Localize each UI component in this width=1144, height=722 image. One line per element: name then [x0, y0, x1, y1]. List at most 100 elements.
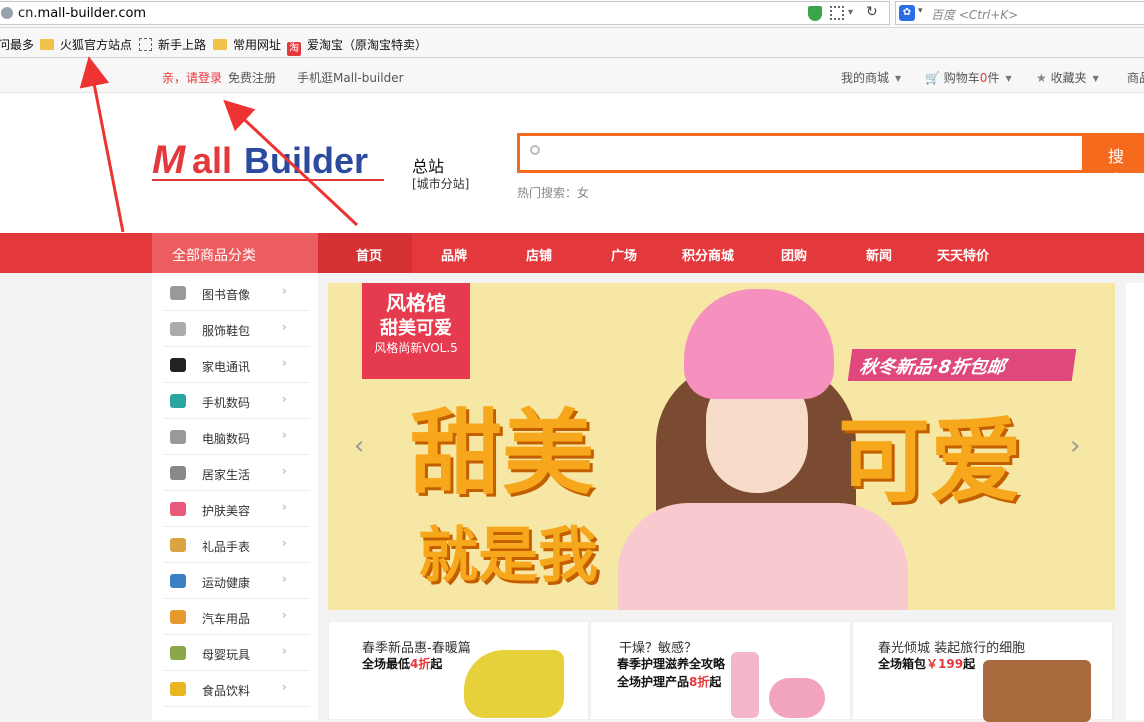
category-item[interactable]: 手机数码 › — [164, 383, 310, 419]
login-link[interactable]: 亲，请登录 — [162, 69, 222, 86]
favorites-menu[interactable]: ★ 收藏夹 ▼ — [1036, 69, 1099, 86]
banner-headline-right: 可爱 — [838, 407, 1023, 515]
url-text[interactable]: cn.mall-builder.com — [18, 6, 146, 21]
promo-card-spring[interactable]: 春季新品惠-春暖篇 全场最低4折起 — [328, 621, 589, 720]
bookmark-aitaobao[interactable]: 淘爱淘宝（原淘宝特卖） — [287, 36, 427, 56]
my-mall-menu[interactable]: 我的商城 ▼ — [841, 69, 901, 86]
nav-group-buy[interactable]: 团购 — [781, 245, 807, 264]
site-title: 总站 — [412, 157, 445, 176]
globe-icon — [1, 7, 13, 19]
site-search-input[interactable] — [517, 133, 1085, 173]
cart-icon: 🛒 — [925, 71, 940, 85]
page-icon — [139, 38, 152, 51]
hot-search-term[interactable]: 女 — [577, 186, 589, 200]
promo-ribbon: 秋冬新品·8折包邮 — [847, 349, 1077, 381]
baidu-icon[interactable]: ✿ — [899, 5, 915, 21]
products-menu[interactable]: 商品 — [1127, 69, 1144, 86]
book-icon — [170, 286, 186, 300]
model-hat — [684, 289, 834, 399]
hero-banner[interactable]: 风格馆 甜美可爱 风格尚新VOL.5 秋冬新品·8折包邮 甜美 可爱 就是我 ‹… — [328, 283, 1115, 610]
dropdown-icon[interactable]: ▾ — [848, 7, 853, 18]
address-bar[interactable]: cn.mall-builder.com ▾ ↻ — [0, 1, 890, 25]
category-item[interactable]: 图书音像 › — [164, 275, 310, 311]
category-item[interactable]: 电脑数码 › — [164, 419, 310, 455]
computer-icon — [170, 430, 186, 444]
promo-card-luggage[interactable]: 春光倾城 装起旅行的细胞 全场箱包￥199起 — [852, 621, 1113, 722]
handbag-image — [983, 660, 1091, 722]
cart-menu[interactable]: 🛒 购物车0件 ▼ — [925, 69, 1012, 86]
chevron-right-icon[interactable]: › — [1070, 431, 1080, 461]
category-item[interactable]: 护肤美容 › — [164, 491, 310, 527]
category-item[interactable]: 家电通讯 › — [164, 347, 310, 383]
bookmark-common-sites[interactable]: 常用网址 — [213, 36, 281, 53]
category-label: 居家生活 — [202, 468, 251, 482]
sofa-icon — [170, 610, 186, 624]
ring-icon — [170, 322, 186, 336]
bookmark-firefox[interactable]: 火狐官方站点 — [40, 36, 132, 53]
bookmark-most-visited[interactable]: 问最多 — [0, 36, 34, 53]
bookmarks-bar: 问最多 火狐官方站点 新手上路 常用网址 淘爱淘宝（原淘宝特卖） — [0, 28, 1144, 58]
category-label: 护肤美容 — [202, 504, 251, 518]
category-sidebar: 图书音像 › 服饰鞋包 › 家电通讯 › 手机数码 › 电脑数码 › 居家生活 › 护肤美容 › 礼品手表 ›… — [152, 273, 318, 720]
shield-icon[interactable] — [808, 6, 822, 21]
category-label: 电脑数码 — [202, 432, 251, 446]
all-categories-button[interactable]: 全部商品分类 — [152, 233, 318, 273]
category-item[interactable]: 汽车用品 › — [164, 599, 310, 635]
chevron-left-icon[interactable]: ‹ — [354, 431, 364, 461]
nav-daily-deals[interactable]: 天天特价 — [937, 245, 989, 264]
nav-square[interactable]: 广场 — [611, 245, 637, 264]
svg-text:Builder: Builder — [244, 140, 368, 181]
nav-divider — [318, 233, 328, 273]
browser-search-box[interactable]: ✿ ▾ 百度 <Ctrl+K> — [895, 1, 1144, 25]
register-link[interactable]: 免费注册 — [228, 69, 276, 86]
nav-home[interactable]: 首页 — [356, 245, 382, 264]
category-item[interactable]: 母婴玩具 › — [164, 635, 310, 671]
reload-icon[interactable]: ↻ — [866, 4, 878, 20]
search-button[interactable]: 搜 索 — [1084, 133, 1144, 190]
site-topbar: 亲，请登录 免费注册 手机逛Mall-builder 我的商城 ▼ 🛒 购物车0件… — [0, 58, 1144, 93]
category-item[interactable]: 服饰鞋包 › — [164, 311, 310, 347]
banner-headline-bottom: 就是我 — [418, 521, 598, 591]
nav-shops[interactable]: 店铺 — [526, 245, 552, 264]
promo-card-skincare[interactable]: 干燥？敏感？ 春季护理滋养全攻略 全场护理产品8折起 — [590, 621, 851, 720]
city-switch-link[interactable]: [城市分站] — [412, 175, 469, 192]
hot-searches: 热门搜索：女 — [517, 186, 590, 200]
search-engine-dropdown-icon[interactable]: ▾ — [918, 6, 923, 16]
shoe-icon — [170, 646, 186, 660]
category-label: 礼品手表 — [202, 540, 251, 554]
category-item[interactable]: 食品饮料 › — [164, 671, 310, 707]
svg-text:M: M — [152, 138, 187, 182]
category-label: 运动健康 — [202, 576, 251, 590]
category-label: 图书音像 — [202, 288, 251, 302]
nav-news[interactable]: 新闻 — [866, 245, 892, 264]
mallbuilder-logo[interactable]: M all Builder — [152, 135, 384, 187]
banner-headline-left: 甜美 — [410, 399, 595, 507]
category-item[interactable]: 礼品手表 › — [164, 527, 310, 563]
cosmetic-icon — [170, 502, 186, 516]
chevron-right-icon: › — [282, 572, 287, 586]
chevron-right-icon: › — [282, 536, 287, 550]
category-label: 手机数码 — [202, 396, 251, 410]
folder-icon — [40, 39, 54, 50]
svg-text:all: all — [192, 140, 232, 181]
nav-points-mall[interactable]: 积分商城 — [682, 245, 734, 264]
category-label: 服饰鞋包 — [202, 324, 251, 338]
nav-brands[interactable]: 品牌 — [441, 245, 467, 264]
category-item[interactable]: 居家生活 › — [164, 455, 310, 491]
chevron-right-icon: › — [282, 464, 287, 478]
category-label: 母婴玩具 — [202, 648, 251, 662]
right-panel-edge — [1126, 283, 1144, 720]
heel-icon — [170, 394, 186, 408]
chevron-right-icon: › — [282, 680, 287, 694]
browser-toolbar: cn.mall-builder.com ▾ ↻ ✿ ▾ 百度 <Ctrl+K> — [0, 0, 1144, 28]
qr-code-icon[interactable] — [830, 6, 844, 20]
bookmark-getting-started[interactable]: 新手上路 — [139, 36, 206, 53]
cream-jar-image — [769, 678, 825, 718]
site-header: M all Builder 总站 [城市分站] 搜 索 热门搜索：女 — [0, 93, 1144, 233]
caret-down-icon: ▼ — [895, 74, 902, 83]
mobile-link[interactable]: 手机逛Mall-builder — [297, 69, 404, 86]
gift-icon — [170, 538, 186, 552]
taobao-icon: 淘 — [287, 42, 301, 56]
category-item[interactable]: 运动健康 › — [164, 563, 310, 599]
chevron-right-icon: › — [282, 284, 287, 298]
